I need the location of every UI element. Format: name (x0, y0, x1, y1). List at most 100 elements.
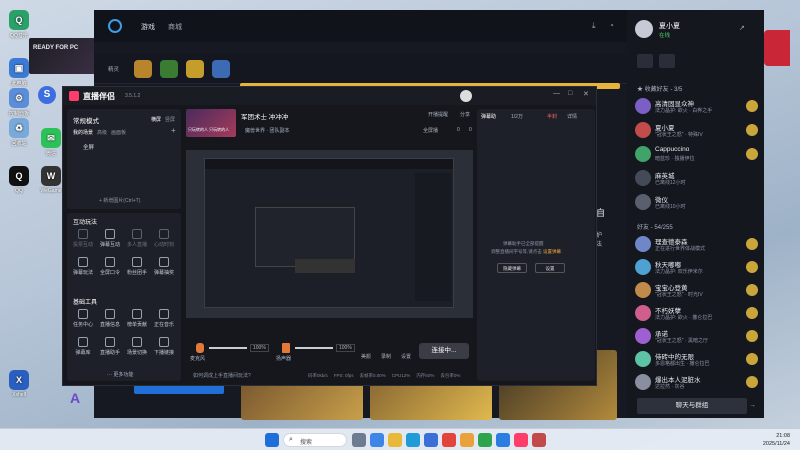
app-icon-5[interactable] (478, 433, 492, 447)
chat-groups-button[interactable]: 聊天与群组 (637, 398, 747, 414)
favorite-friend-row[interactable]: 微仪 已离线10小时 (635, 194, 760, 216)
app-icon-3[interactable] (442, 433, 456, 447)
desktop-icon[interactable]: ⚙ 控制面板 (4, 88, 34, 117)
sogou-icon[interactable]: S (38, 86, 56, 104)
app-icon-4[interactable] (460, 433, 474, 447)
battlenet-taskbar-icon[interactable] (496, 433, 510, 447)
tool-button[interactable]: 弹幕库 (71, 337, 95, 356)
tool-button[interactable]: 直播助手 (98, 337, 122, 356)
favorite-friend-row[interactable]: 高清固显众神 法力晶护: 欲火 · 白桦之手 (635, 98, 760, 120)
more-tools-link[interactable]: ··· 更多功能 (107, 371, 133, 378)
scene-tab-advanced[interactable]: 高级 (97, 129, 107, 136)
desktop-icon[interactable]: Q QQ (4, 166, 34, 194)
friend-row[interactable]: 承诺 "冠状王之怒" · 黑暗之厅 (635, 328, 760, 350)
hide-barrage-button[interactable]: 隐藏弹幕 (497, 263, 527, 273)
tool-button[interactable]: 场景切换 (125, 337, 149, 356)
favorite-friend-row[interactable]: 麻英城 已离线12小时 (635, 170, 760, 192)
add-friend-button[interactable] (637, 54, 653, 68)
battlenet-logo-icon[interactable] (108, 19, 122, 33)
chat-detail-link[interactable]: 详情 (567, 113, 577, 120)
chat-tab-count[interactable]: 1/2万 (511, 113, 523, 120)
scene-item-fullscreen[interactable]: 全屏 (83, 143, 94, 151)
speaker-icon[interactable] (282, 343, 290, 353)
tool-button[interactable]: 下播链接 (152, 337, 176, 356)
settings-button[interactable]: 设置 (401, 353, 411, 360)
file-explorer-icon[interactable] (388, 433, 402, 447)
stream-preview[interactable] (186, 150, 473, 318)
close-icon[interactable]: ✕ (583, 90, 589, 98)
add-source-button[interactable]: + 新增图片(Ctrl+T) (99, 197, 140, 204)
tool-button[interactable]: 多人直播 (125, 229, 149, 248)
taskbar-search[interactable]: ⌕ 搜索 (283, 433, 347, 447)
bell-icon[interactable]: ◔ (609, 21, 614, 30)
orientation-portrait[interactable]: 竖屏 (165, 116, 175, 123)
stream-title[interactable]: 军团术士 冲冲冲 (241, 111, 288, 121)
friends-header[interactable]: 好友 - 54/255 (637, 222, 673, 231)
game-starcraft-icon[interactable] (212, 60, 230, 78)
tool-button[interactable]: 榜单贡献 (125, 309, 149, 328)
maximize-icon[interactable]: □ (568, 90, 572, 97)
status-hint[interactable]: 如何调成上手直播间玩法? (193, 372, 251, 379)
stream-thumbnail[interactable]: 只玩转的人 只玩转的人 (186, 109, 236, 137)
tool-button[interactable]: 粉丝团手 (125, 257, 149, 276)
reminder-button[interactable]: 开播提醒 (428, 111, 448, 118)
download-icon[interactable]: ⤓ (592, 21, 596, 31)
mic-icon[interactable] (196, 343, 204, 353)
add-group-button[interactable] (659, 54, 675, 68)
tool-button[interactable]: 心动时刻 (152, 229, 176, 248)
mic-slider[interactable] (209, 347, 247, 349)
mode-selector[interactable]: 常规模式 (73, 115, 99, 125)
tool-button[interactable]: 弹幕玩法 (71, 257, 95, 276)
game-hearthstone-icon[interactable] (186, 60, 204, 78)
tool-button[interactable]: 投票互动 (71, 229, 95, 248)
fullscreen-toggle[interactable]: 全屏播 (423, 127, 438, 134)
friend-row[interactable]: 理查德泰森 正在进行世界体战模式 (635, 236, 760, 258)
user-avatar[interactable] (635, 20, 653, 38)
game-wow-classic-icon[interactable] (160, 60, 178, 78)
task-view-icon[interactable] (352, 433, 366, 447)
app-icon-6[interactable] (532, 433, 546, 447)
favorite-friend-row[interactable]: 夏小夏 "冠状王之怒" · 特殊IV (635, 122, 760, 144)
start-live-button[interactable]: 连接中... (419, 343, 469, 359)
scene-tab-mine[interactable]: 我的场景 (73, 129, 93, 136)
friend-row[interactable]: 秋天嘟嘟 法力晶护: 欢乐伊米尔 (635, 259, 760, 281)
scene-tab-canvas[interactable]: 画面板 (111, 129, 126, 136)
stream-category[interactable]: 魔兽世界 · 团队副本 (245, 127, 289, 134)
record-button[interactable]: 录制 (381, 353, 391, 360)
tool-button[interactable]: 弹幕互动 (98, 229, 122, 248)
desktop-icon[interactable]: X Xshell (4, 370, 34, 398)
favorite-friend-row[interactable]: Cappuccino 暗蓝珍 · 独播伊拉 (635, 146, 760, 168)
tool-button[interactable]: 直播信息 (98, 309, 122, 328)
desktop-icon[interactable]: ♻ 回收站 (4, 118, 34, 147)
beauty-button[interactable]: 美颜 (361, 353, 371, 360)
app-icon-2[interactable] (424, 433, 438, 447)
add-scene-icon[interactable]: + (171, 126, 176, 135)
tab-shop[interactable]: 商城 (168, 22, 182, 32)
friend-row[interactable]: 宝宝心登黄 "冠状王之怒" · 时光IV (635, 282, 760, 304)
edge-icon[interactable] (406, 433, 420, 447)
favorites-header[interactable]: ★ 收藏好友 - 3/5 (637, 84, 682, 93)
tool-button[interactable]: 正在音乐 (152, 309, 176, 328)
avatar[interactable] (460, 90, 472, 102)
chat-settings-link[interactable]: 设置弹幕 (543, 249, 561, 255)
share-button[interactable]: 分享 (460, 111, 470, 118)
windows-start-icon[interactable] (265, 433, 279, 447)
app-icon-1[interactable] (370, 433, 384, 447)
friend-row[interactable]: 爆出本人泥脏水 达拉然 · 灰谷 (635, 374, 760, 396)
tab-games[interactable]: 游戏 (141, 22, 155, 32)
live-taskbar-icon[interactable] (514, 433, 528, 447)
friend-row[interactable]: 侍砖中的无限 多恩格都出生 · 撒仑拉巴 (635, 351, 760, 373)
desktop-icon[interactable]: Q QQ音乐 (4, 10, 34, 39)
tool-button[interactable]: 全屏口令 (98, 257, 122, 276)
chat-tab-barrage[interactable]: 弹幕助 (481, 113, 496, 120)
minimize-icon[interactable]: — (553, 90, 560, 97)
collapse-icon[interactable]: → (749, 402, 756, 409)
game-wow-icon[interactable] (134, 60, 152, 78)
system-clock[interactable]: 21:08 2025/11/24 (763, 432, 790, 448)
tool-button[interactable]: 任务中心 (71, 309, 95, 328)
chat-setting-button[interactable]: 设置 (535, 263, 565, 273)
tool-button[interactable]: 弹幕抽奖 (152, 257, 176, 276)
external-link-icon[interactable]: ↗ (739, 24, 745, 32)
friend-row[interactable]: 不朽妖孽 法力晶护: 欲火 · 撒仑拉巴 (635, 305, 760, 327)
orientation-landscape[interactable]: 横屏 (151, 116, 161, 123)
